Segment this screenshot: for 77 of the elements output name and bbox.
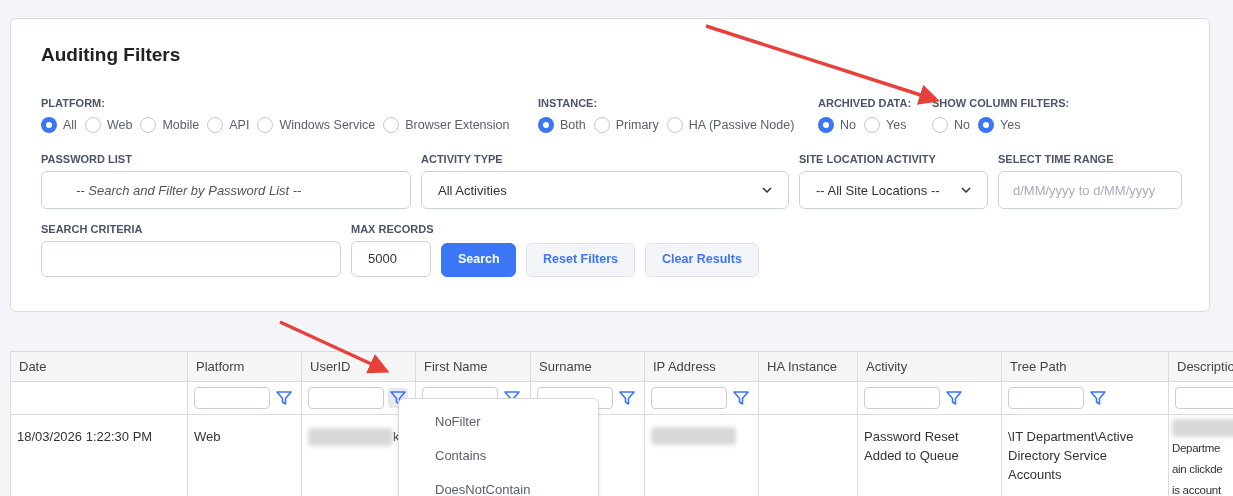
input-field[interactable]: -- Search and Filter by Password List -- (41, 171, 411, 210)
cell-text: ain clickde (1172, 462, 1224, 477)
column-header[interactable]: Platform (188, 352, 301, 382)
radio-button[interactable] (932, 117, 948, 134)
radio-label: Both (560, 117, 586, 134)
column-header[interactable]: UserID (302, 352, 415, 382)
select-field[interactable]: -- All Site Locations -- (799, 171, 988, 210)
field-label: SITE LOCATION ACTIVITY (799, 151, 937, 167)
radio-button[interactable] (864, 117, 880, 134)
radio-label: Yes (886, 117, 907, 134)
column-header[interactable]: HA Instance (759, 352, 857, 382)
filter-icon[interactable] (944, 388, 964, 408)
card-title: Auditing Filters (41, 43, 182, 67)
filter-input[interactable] (1008, 387, 1084, 409)
radio-button[interactable] (978, 117, 994, 134)
filter-icon[interactable] (731, 388, 751, 408)
menu-item[interactable]: Contains (399, 439, 598, 473)
radio-button[interactable] (41, 117, 57, 134)
filter-icon[interactable] (1088, 388, 1108, 408)
filter-icon[interactable] (274, 388, 294, 408)
cell-text: is account (1172, 483, 1222, 496)
column-header[interactable]: IP Address (645, 352, 758, 382)
radio-button[interactable] (538, 117, 554, 134)
field-label: PLATFORM: (41, 95, 106, 111)
filter-input[interactable] (1175, 387, 1233, 409)
cell-text: Web (194, 428, 221, 446)
field-label: ACTIVITY TYPE (421, 151, 504, 167)
radio-button[interactable] (140, 117, 157, 134)
cell-text: Password Reset Added to Queue (864, 428, 960, 465)
filter-input[interactable] (651, 387, 727, 409)
radio-button[interactable] (666, 117, 683, 134)
radio-label: Windows Service (279, 117, 376, 134)
radio-button[interactable] (593, 117, 610, 134)
action-button[interactable]: Clear Results (645, 242, 759, 277)
field-label: ARCHIVED DATA: (818, 95, 913, 111)
filter-input[interactable] (194, 387, 270, 409)
radio-label: No (840, 117, 856, 134)
chevron-down-icon (961, 187, 971, 194)
field-label: SELECT TIME RANGE (998, 151, 1115, 167)
action-button[interactable]: Search (441, 242, 516, 277)
filter-input[interactable] (308, 387, 384, 409)
radio-label: Primary (615, 117, 659, 134)
cell-text: \IT Department\Active Directory Service Accounts (1008, 428, 1135, 484)
input-field[interactable] (41, 240, 341, 277)
field-label: MAX RECORDS (351, 222, 431, 238)
radio-button[interactable] (257, 117, 274, 134)
radio-button[interactable] (818, 117, 834, 134)
field-label: INSTANCE: (538, 95, 599, 111)
radio-button[interactable] (84, 117, 101, 134)
cell-text: Departme (1172, 441, 1222, 456)
radio-label: HA (Passive Node) (688, 117, 795, 134)
radio-label: API (229, 117, 250, 134)
field-label: PASSWORD LIST (41, 151, 133, 167)
column-header[interactable]: Tree Path (1002, 352, 1168, 382)
chevron-down-icon (762, 187, 772, 194)
radio-label: Browser Extension (405, 117, 510, 134)
column-header[interactable]: Activity (858, 352, 1001, 382)
field-label: SEARCH CRITERIA (41, 222, 144, 238)
radio-label: No (954, 117, 970, 134)
filter-icon[interactable] (617, 388, 637, 408)
radio-label: Yes (1000, 117, 1021, 134)
filter-input[interactable] (864, 387, 940, 409)
radio-button[interactable] (207, 117, 224, 134)
radio-label: Mobile (162, 117, 200, 134)
cell-text: 18/03/2026 1:22:30 PM (17, 428, 153, 446)
column-header[interactable]: Surname (531, 352, 644, 382)
input-field[interactable]: d/MM/yyyy to d/MM/yyyy (998, 171, 1182, 210)
radio-button[interactable] (383, 117, 400, 134)
action-button[interactable]: Reset Filters (526, 242, 636, 277)
radio-label: Web (106, 117, 133, 134)
column-header[interactable]: Date (11, 352, 187, 382)
radio-label: All (63, 117, 77, 134)
column-header[interactable]: First Name (416, 352, 530, 382)
input-field[interactable]: 5000 (351, 240, 431, 277)
menu-item[interactable]: DoesNotContain (399, 473, 598, 496)
select-field[interactable]: All Activities (421, 171, 789, 210)
menu-item[interactable]: NoFilter (399, 405, 598, 439)
